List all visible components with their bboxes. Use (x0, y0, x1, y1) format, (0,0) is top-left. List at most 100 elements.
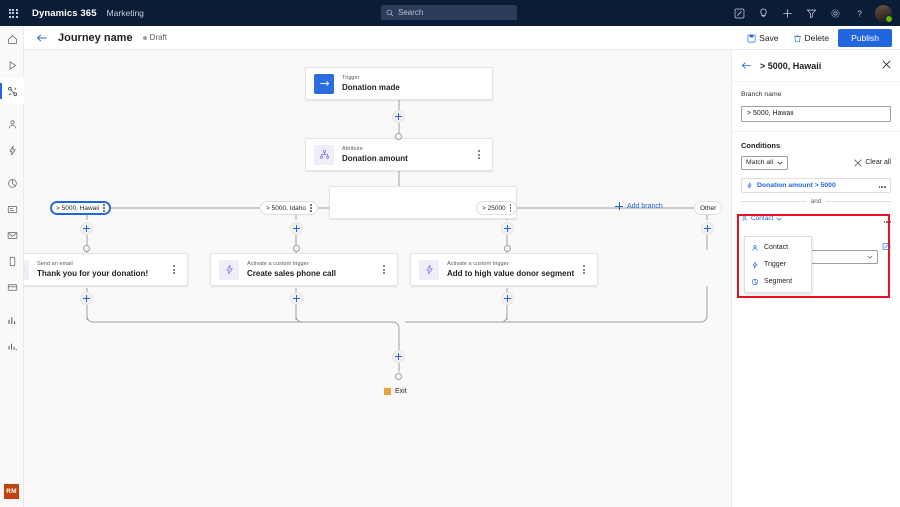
custom-trigger-icon-1 (219, 260, 239, 280)
sidebar-item-forms[interactable] (0, 196, 24, 222)
exit-node[interactable]: Exit (384, 388, 407, 395)
action-card-segment-menu-button[interactable] (579, 264, 589, 276)
publish-button[interactable]: Publish (838, 29, 892, 47)
action-card-phone[interactable]: Activate a custom trigger Create sales p… (210, 253, 398, 286)
edit-icon[interactable] (727, 0, 751, 26)
action-card-email-text: Send an email Thank you for your donatio… (37, 260, 169, 279)
sidebar-item-reports[interactable] (0, 333, 24, 359)
action-card-email-menu-button[interactable] (169, 264, 179, 276)
rail-separator (0, 300, 23, 307)
and-separator: and (741, 198, 891, 205)
sidebar-item-customers[interactable] (0, 111, 24, 137)
dropdown-option-trigger[interactable]: Trigger (745, 256, 811, 273)
add-step-button-b1[interactable] (80, 222, 93, 235)
action-card-phone-kind: Activate a custom trigger (247, 260, 379, 268)
source-dropdown-menu[interactable]: Contact Trigger Segment (744, 236, 812, 293)
trigger-node[interactable]: Trigger Donation made (305, 67, 493, 100)
add-step-button-exit[interactable] (392, 350, 405, 363)
action-card-email-title: Thank you for your donation! (37, 268, 169, 279)
lightbulb-icon[interactable] (751, 0, 775, 26)
journey-canvas[interactable]: Trigger Donation made Attribute Donation… (24, 50, 731, 507)
suite-bar: Dynamics 365 Marketing ? (0, 0, 900, 26)
branch-name-input[interactable] (741, 106, 891, 122)
attribute-node-card[interactable]: Attribute Donation amount (305, 138, 493, 171)
email-action-icon (24, 260, 29, 280)
branch-pill-hawaii[interactable]: > 5000, Hawaii (50, 201, 111, 215)
reports-icon (7, 341, 18, 352)
dropdown-option-segment[interactable]: Segment (745, 273, 811, 290)
source-selector[interactable]: Contact (741, 215, 782, 222)
match-mode-label: Match all (746, 159, 773, 166)
add-step-button-b4[interactable] (701, 222, 714, 235)
sidebar-item-journeys[interactable] (0, 78, 24, 104)
branch-pill-other[interactable]: Other (694, 201, 722, 215)
add-step-button-c2[interactable] (290, 292, 303, 305)
sidebar-item-push-notifications[interactable] (0, 274, 24, 300)
dropdown-option-contact[interactable]: Contact (745, 239, 811, 256)
attribute-node-title: Donation amount (342, 153, 474, 164)
condition-bolt-icon (746, 182, 753, 189)
action-card-phone-menu-button[interactable] (379, 264, 389, 276)
environment-badge[interactable]: RM (4, 484, 19, 499)
trigger-node-text: Trigger Donation made (342, 74, 484, 93)
sidebar-item-home[interactable] (0, 26, 24, 52)
sidebar-item-recent[interactable] (0, 52, 24, 78)
sidebar-item-emails[interactable] (0, 222, 24, 248)
panel-back-button[interactable] (741, 61, 752, 70)
branch-pill-other-label: Other (700, 205, 716, 212)
customers-icon (7, 119, 18, 130)
branch-pill-25000-menu[interactable] (510, 203, 512, 213)
branch-pill-idaho[interactable]: > 5000, Idaho (260, 201, 318, 215)
sidebar-item-segments[interactable] (0, 170, 24, 196)
add-step-button-1[interactable] (392, 110, 405, 123)
phone-icon (7, 256, 18, 267)
branch-pill-idaho-menu[interactable] (310, 203, 312, 213)
condition-chip-label: Donation amount > 5000 (757, 182, 874, 189)
clear-all-label: Clear all (865, 159, 891, 166)
delete-button[interactable]: Delete (788, 30, 835, 46)
match-mode-select[interactable]: Match all (741, 156, 788, 170)
search-input[interactable] (398, 8, 498, 17)
conditions-section: Conditions Match all Clear all Donation … (732, 132, 900, 237)
panel-title: > 5000, Hawaii (760, 61, 882, 71)
add-step-button-c1[interactable] (80, 292, 93, 305)
panel-header: > 5000, Hawaii (732, 50, 900, 82)
action-card-email[interactable]: Send an email Thank you for your donatio… (24, 253, 188, 286)
plus-icon[interactable] (775, 0, 799, 26)
action-card-segment[interactable]: Activate a custom trigger Add to high va… (410, 253, 598, 286)
trigger-icon (751, 261, 759, 269)
back-button[interactable] (36, 33, 48, 43)
save-button[interactable]: Save (742, 30, 783, 46)
panel-close-button[interactable] (882, 60, 891, 72)
add-step-button-c3[interactable] (501, 292, 514, 305)
avatar[interactable] (875, 5, 892, 22)
branch-pill-25000[interactable]: > 25000 (476, 201, 517, 215)
edit-expression-button[interactable] (882, 238, 891, 256)
action-card-phone-title: Create sales phone call (247, 268, 379, 279)
filter-icon[interactable] (799, 0, 823, 26)
sidebar-item-triggers[interactable] (0, 137, 24, 163)
action-card-phone-text: Activate a custom trigger Create sales p… (247, 260, 379, 279)
attribute-node-menu-button[interactable] (474, 149, 484, 161)
add-step-button-b2[interactable] (290, 222, 303, 235)
journey-icon (7, 86, 18, 97)
app-launcher-button[interactable] (0, 0, 26, 26)
clear-all-button[interactable]: Clear all (854, 159, 891, 167)
condition-chip[interactable]: Donation amount > 5000 (741, 178, 891, 193)
dropdown-option-contact-label: Contact (764, 244, 788, 251)
brand-label: Dynamics 365 (32, 8, 97, 19)
nav-rail: RM (0, 26, 24, 507)
save-icon (747, 34, 756, 43)
branch-pill-hawaii-menu[interactable] (103, 203, 105, 213)
sidebar-item-text-messages[interactable] (0, 248, 24, 274)
search-box[interactable] (381, 5, 517, 20)
sidebar-item-analytics[interactable] (0, 307, 24, 333)
add-branch-label: Add branch (627, 203, 663, 210)
help-icon[interactable]: ? (847, 0, 871, 26)
add-step-button-b3[interactable] (501, 222, 514, 235)
add-branch-button[interactable]: Add branch (615, 202, 663, 210)
gear-icon[interactable] (823, 0, 847, 26)
source-row-menu-button[interactable] (883, 210, 891, 228)
condition-chip-menu-button[interactable] (878, 182, 886, 188)
and-label: and (811, 198, 822, 205)
